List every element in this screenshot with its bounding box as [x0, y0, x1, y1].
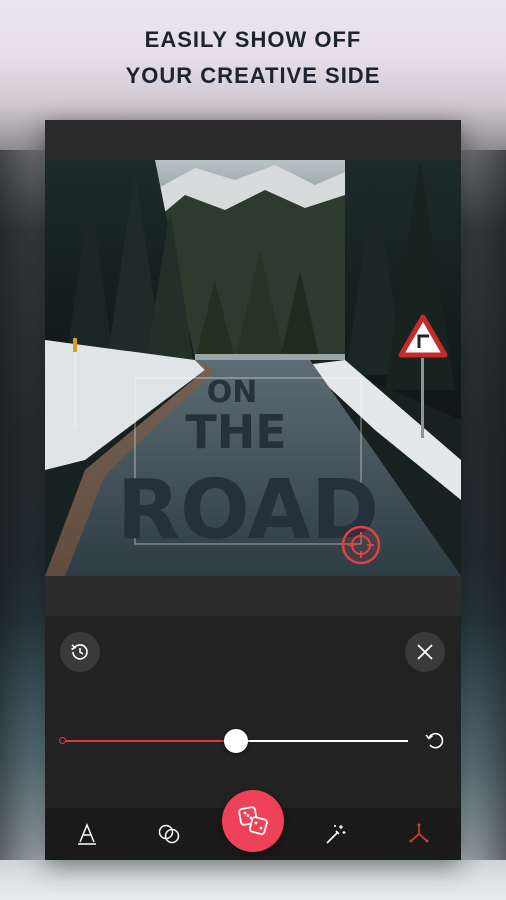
close-icon — [417, 644, 433, 660]
editor-panel — [45, 616, 461, 808]
dice-icon — [238, 806, 268, 836]
blend-tool-button[interactable] — [139, 808, 199, 860]
app-screen: ON THE ROAD — [45, 120, 461, 860]
blend-icon — [158, 824, 180, 844]
bottom-toolbar — [45, 790, 461, 860]
move-rotate-handle-icon[interactable] — [341, 525, 381, 565]
history-button[interactable] — [60, 632, 100, 672]
adjust-tool-button[interactable] — [389, 808, 449, 860]
top-bar — [45, 120, 461, 160]
magic-tool-button[interactable] — [306, 808, 366, 860]
slider-start-marker — [59, 737, 66, 744]
text-tool-button[interactable] — [57, 808, 117, 860]
photo-canvas[interactable]: ON THE ROAD — [45, 160, 461, 576]
history-icon — [71, 644, 88, 660]
adjust-icon — [409, 823, 429, 843]
overlay-text-line-3: ROAD — [117, 463, 379, 558]
canvas-margin — [45, 576, 461, 616]
overlay-text-line-2: THE — [185, 405, 286, 459]
road-photo: ON THE ROAD — [45, 160, 461, 576]
background-haze-left — [0, 150, 45, 860]
background-haze-right — [461, 150, 506, 860]
slider-thumb[interactable] — [223, 729, 248, 753]
magic-wand-icon — [326, 825, 346, 844]
reset-button[interactable] — [422, 727, 448, 753]
headline-line-1: EASILY SHOW OFF — [144, 27, 362, 52]
slider-fill — [63, 740, 236, 742]
headline-line-2: YOUR CREATIVE SIDE — [125, 63, 381, 88]
close-button[interactable] — [405, 632, 445, 672]
promo-headline: EASILY SHOW OFF YOUR CREATIVE SIDE — [0, 22, 506, 94]
reset-icon — [425, 732, 444, 749]
text-icon — [78, 823, 96, 845]
randomize-dice-button[interactable] — [222, 790, 284, 852]
opacity-slider[interactable] — [59, 729, 408, 753]
